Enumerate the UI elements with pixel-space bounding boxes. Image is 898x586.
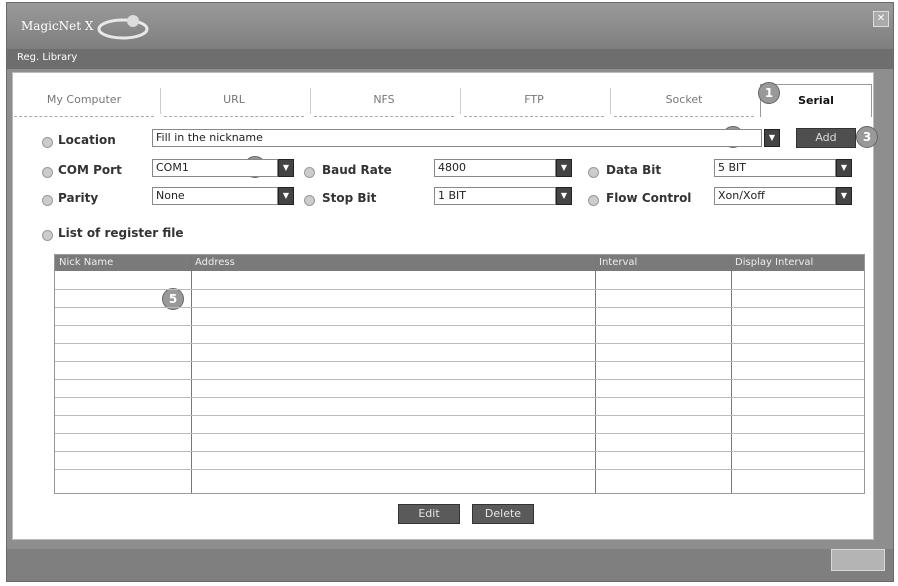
baud-rate-dropdown-button[interactable]: ▼: [556, 159, 572, 177]
tab-divider: [460, 88, 461, 114]
bullet-icon: [304, 195, 315, 206]
com-port-label: COM Port: [58, 163, 122, 177]
edit-button[interactable]: Edit: [398, 504, 460, 524]
bullet-icon: [42, 167, 53, 178]
bullet-icon: [42, 195, 53, 206]
table-row[interactable]: [55, 451, 864, 452]
close-icon: ✕: [876, 13, 886, 24]
close-button[interactable]: ✕: [873, 11, 889, 27]
bullet-icon: [42, 230, 53, 241]
baud-rate-label: Baud Rate: [322, 163, 392, 177]
tab-divider: [160, 88, 161, 114]
table-row[interactable]: [55, 361, 864, 362]
register-file-table: Nick Name Address Interval Display Inter…: [54, 254, 865, 494]
flow-control-label: Flow Control: [606, 191, 692, 205]
tab-url[interactable]: URL: [164, 84, 304, 117]
callout-badge-3: 3: [856, 126, 878, 148]
data-bit-dropdown-button[interactable]: ▼: [836, 159, 852, 177]
add-button[interactable]: Add: [796, 128, 856, 148]
register-list-label: List of register file: [58, 226, 184, 240]
column-divider: [595, 255, 596, 493]
table-row[interactable]: [55, 379, 864, 380]
parity-dropdown-button[interactable]: ▼: [278, 187, 294, 205]
flow-control-dropdown-button[interactable]: ▼: [836, 187, 852, 205]
tab-divider: [610, 88, 611, 114]
connection-tabs: My Computer URL NFS FTP Socket Serial: [14, 84, 872, 118]
column-header-display-interval[interactable]: Display Interval: [733, 255, 865, 271]
tab-divider: [310, 88, 311, 114]
data-bit-select[interactable]: 5 BIT: [714, 159, 836, 177]
parity-select[interactable]: None: [152, 187, 278, 205]
column-header-address[interactable]: Address: [193, 255, 595, 271]
chevron-down-icon: ▼: [560, 191, 568, 200]
data-bit-label: Data Bit: [606, 163, 662, 177]
chevron-down-icon: ▼: [840, 163, 848, 172]
callout-badge-1: 1: [758, 82, 780, 104]
bullet-icon: [588, 167, 599, 178]
table-row[interactable]: [55, 469, 864, 470]
footer-bar: [7, 549, 893, 581]
stop-bit-label: Stop Bit: [322, 191, 377, 205]
chevron-down-icon: ▼: [282, 191, 290, 200]
column-header-nick-name[interactable]: Nick Name: [57, 255, 189, 271]
library-subtitle-bar: Reg. Library: [7, 49, 893, 69]
chevron-down-icon: ▼: [840, 191, 848, 200]
column-header-interval[interactable]: Interval: [597, 255, 729, 271]
location-dropdown-button[interactable]: ▼: [764, 129, 780, 147]
baud-rate-select[interactable]: 4800: [434, 159, 556, 177]
bullet-icon: [304, 167, 315, 178]
chevron-down-icon: ▼: [768, 133, 776, 142]
table-row[interactable]: [55, 325, 864, 326]
table-row[interactable]: [55, 307, 864, 308]
column-divider: [731, 255, 732, 493]
tab-ftp[interactable]: FTP: [464, 84, 604, 117]
flow-control-select[interactable]: Xon/Xoff: [714, 187, 836, 205]
parity-label: Parity: [58, 191, 99, 205]
delete-button[interactable]: Delete: [472, 504, 534, 524]
chevron-down-icon: ▼: [282, 163, 290, 172]
library-subtitle: Reg. Library: [17, 52, 78, 63]
tab-socket[interactable]: Socket: [614, 84, 754, 117]
table-row[interactable]: [55, 397, 864, 398]
table-row[interactable]: [55, 433, 864, 434]
com-port-select[interactable]: COM1: [152, 159, 278, 177]
location-label: Location: [58, 133, 116, 147]
table-header: Nick Name Address Interval Display Inter…: [55, 255, 864, 271]
chevron-down-icon: ▼: [560, 163, 568, 172]
location-nickname-input[interactable]: Fill in the nickname: [152, 129, 762, 147]
footer-button[interactable]: [831, 549, 885, 571]
table-row[interactable]: [55, 415, 864, 416]
app-title: MagicNet X: [21, 19, 94, 33]
bullet-icon: [588, 195, 599, 206]
stop-bit-select[interactable]: 1 BIT: [434, 187, 556, 205]
tab-my-computer[interactable]: My Computer: [14, 84, 154, 117]
logo-swoosh-icon: [97, 15, 149, 40]
bullet-icon: [42, 137, 53, 148]
tab-nfs[interactable]: NFS: [314, 84, 454, 117]
column-divider: [191, 255, 192, 493]
table-row[interactable]: [55, 343, 864, 344]
table-row[interactable]: [55, 289, 864, 290]
com-port-dropdown-button[interactable]: ▼: [278, 159, 294, 177]
stop-bit-dropdown-button[interactable]: ▼: [556, 187, 572, 205]
title-bar: MagicNet X ✕: [7, 3, 893, 49]
